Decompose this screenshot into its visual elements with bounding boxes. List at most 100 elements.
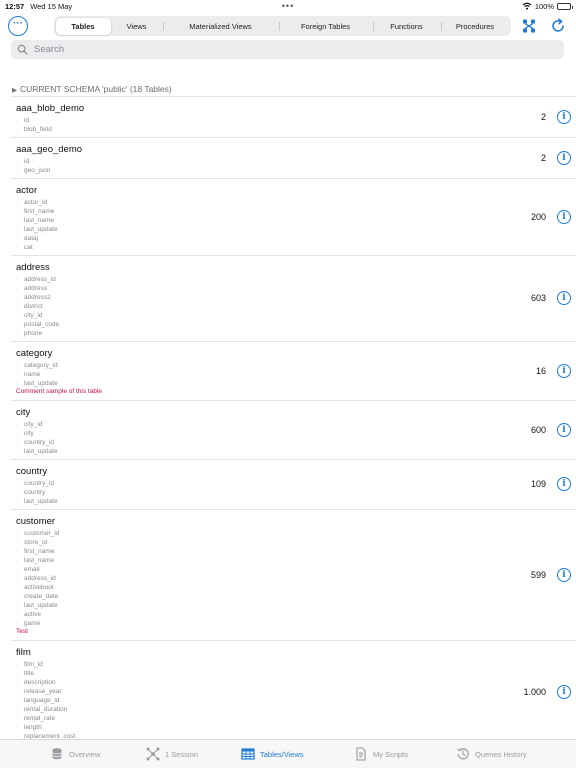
ellipsis-circle-icon[interactable]: ··· bbox=[8, 16, 28, 36]
bullet-icon: · bbox=[16, 199, 19, 206]
column-list: · country_id · country · last_update bbox=[16, 479, 58, 506]
info-icon[interactable]: i bbox=[557, 567, 571, 582]
info-icon[interactable]: i bbox=[557, 422, 571, 437]
table-row[interactable]: aaa_blob_demo · id · blob_field 2 i bbox=[11, 96, 576, 137]
bullet-icon: · bbox=[16, 670, 19, 677]
column-name: country_id bbox=[24, 480, 54, 487]
table-row[interactable]: actor · actor_id · first_name · last_name · last… bbox=[11, 178, 576, 255]
bullet-icon: · bbox=[16, 362, 19, 369]
bullet-icon: · bbox=[16, 489, 19, 496]
info-icon[interactable]: i bbox=[557, 109, 571, 124]
column-name: id bbox=[24, 117, 30, 124]
column-name: game bbox=[24, 620, 41, 627]
tabbar-item-tables-views[interactable]: Tables/Views bbox=[241, 740, 304, 768]
info-icon[interactable]: i bbox=[557, 363, 571, 378]
document-icon bbox=[356, 747, 366, 761]
tab-views[interactable]: Views bbox=[111, 18, 163, 35]
column-name: address_id bbox=[24, 276, 56, 283]
column-item: · last_name bbox=[16, 556, 59, 565]
status-date: Wed 15 May bbox=[30, 1, 73, 11]
schema-section-header[interactable]: ▶ CURRENT SCHEMA 'public' (18 Tables) bbox=[12, 84, 172, 94]
tabbar-label-tables-views: Tables/Views bbox=[260, 749, 304, 759]
battery-icon bbox=[557, 2, 573, 10]
bullet-icon: · bbox=[16, 593, 19, 600]
bullet-icon: · bbox=[16, 480, 19, 487]
tab-foreign-tables[interactable]: Foreign Tables bbox=[278, 18, 373, 35]
wifi-icon bbox=[522, 2, 532, 10]
bullet-icon: · bbox=[16, 421, 19, 428]
column-name: geo_json bbox=[24, 167, 51, 174]
column-item: · address2 bbox=[16, 293, 59, 302]
table-row[interactable]: film · film_id · title · description · release_y… bbox=[11, 640, 576, 739]
column-item: · first_name bbox=[16, 547, 59, 556]
column-item: · address bbox=[16, 284, 59, 293]
tabbar-item-my-scripts[interactable]: My Scripts bbox=[354, 740, 408, 768]
table-row[interactable]: country · country_id · country · last_update 10… bbox=[11, 459, 576, 509]
info-icon[interactable]: i bbox=[557, 150, 571, 165]
table-row[interactable]: aaa_geo_demo · id · geo_json 2 i bbox=[11, 137, 576, 178]
column-item: · cat bbox=[16, 243, 58, 252]
row-count: 603 bbox=[530, 293, 546, 303]
bullet-icon: · bbox=[16, 126, 19, 133]
table-row[interactable]: customer · customer_id · store_id · first_name… bbox=[11, 509, 576, 640]
row-count: 600 bbox=[530, 424, 546, 435]
column-item: · film_id bbox=[16, 660, 75, 669]
tabbar-item-session[interactable]: 1 Session bbox=[146, 740, 198, 768]
bullet-icon: · bbox=[16, 661, 19, 668]
column-list: · film_id · title · description · release_year ·… bbox=[16, 660, 75, 739]
tabbar-item-overview[interactable]: Overview bbox=[50, 740, 100, 768]
search-input[interactable]: Search bbox=[11, 40, 564, 59]
info-icon[interactable]: i bbox=[557, 209, 571, 224]
bullet-icon: · bbox=[16, 715, 19, 722]
tab-procedures[interactable]: Procedures bbox=[440, 18, 510, 35]
bullet-icon: · bbox=[16, 498, 19, 505]
bullet-icon: · bbox=[16, 548, 19, 555]
column-item: · id bbox=[16, 116, 52, 125]
column-name: store_id bbox=[24, 539, 48, 546]
column-name: country bbox=[24, 489, 46, 496]
column-item: · customer_id bbox=[16, 529, 59, 538]
column-name: create_date bbox=[24, 593, 59, 600]
tabbar-item-queries-history[interactable]: Queries History bbox=[456, 740, 527, 768]
column-name: city_id bbox=[24, 312, 43, 319]
tabbar-label-session: 1 Session bbox=[165, 749, 198, 759]
column-name: phone bbox=[24, 330, 43, 337]
table-comment: Test bbox=[16, 628, 28, 635]
relations-icon[interactable] bbox=[520, 17, 538, 35]
column-name: country_id bbox=[24, 439, 54, 446]
table-name: aaa_geo_demo bbox=[16, 144, 83, 155]
column-item: · description bbox=[16, 678, 75, 687]
bullet-icon: · bbox=[16, 679, 19, 686]
table-row[interactable]: address · address_id · address · address2 · dist… bbox=[11, 255, 576, 341]
table-row[interactable]: city · city_id · city · country_id · last_update… bbox=[11, 400, 576, 459]
bullet-icon: · bbox=[16, 294, 19, 301]
info-icon[interactable]: i bbox=[557, 685, 571, 699]
table-name: city bbox=[16, 407, 31, 418]
database-icon bbox=[52, 748, 62, 760]
column-name: last_update bbox=[24, 498, 58, 505]
info-icon[interactable]: i bbox=[557, 477, 571, 491]
row-count: 200 bbox=[530, 211, 546, 222]
column-name: last_name bbox=[24, 557, 54, 564]
info-icon[interactable]: i bbox=[557, 291, 571, 305]
column-list: · actor_id · first_name · last_name · last_upda… bbox=[16, 198, 58, 252]
tab-tables[interactable]: Tables bbox=[55, 17, 111, 35]
bullet-icon: · bbox=[16, 158, 19, 165]
column-name: first_name bbox=[24, 548, 55, 555]
tab-materialized-views[interactable]: Materialized Views bbox=[162, 18, 279, 35]
column-item: · activebool bbox=[16, 583, 59, 592]
tab-functions[interactable]: Functions bbox=[372, 18, 441, 35]
column-item: · create_date bbox=[16, 592, 59, 601]
bullet-icon: · bbox=[16, 724, 19, 731]
column-item: · category_id bbox=[16, 361, 58, 370]
bullet-icon: · bbox=[16, 235, 19, 242]
table-name: address bbox=[16, 262, 50, 273]
object-type-segmented-control: Tables Views Materialized Views Foreign … bbox=[54, 16, 511, 36]
bullet-icon: · bbox=[16, 620, 19, 627]
multitasking-dots-icon[interactable]: ••• bbox=[282, 2, 294, 11]
refresh-icon[interactable] bbox=[549, 17, 567, 35]
column-name: actor_id bbox=[24, 199, 48, 206]
column-item: · city_id bbox=[16, 420, 58, 429]
table-row[interactable]: category · category_id · name · last_update Com… bbox=[11, 341, 576, 400]
column-item: · last_update bbox=[16, 601, 59, 610]
